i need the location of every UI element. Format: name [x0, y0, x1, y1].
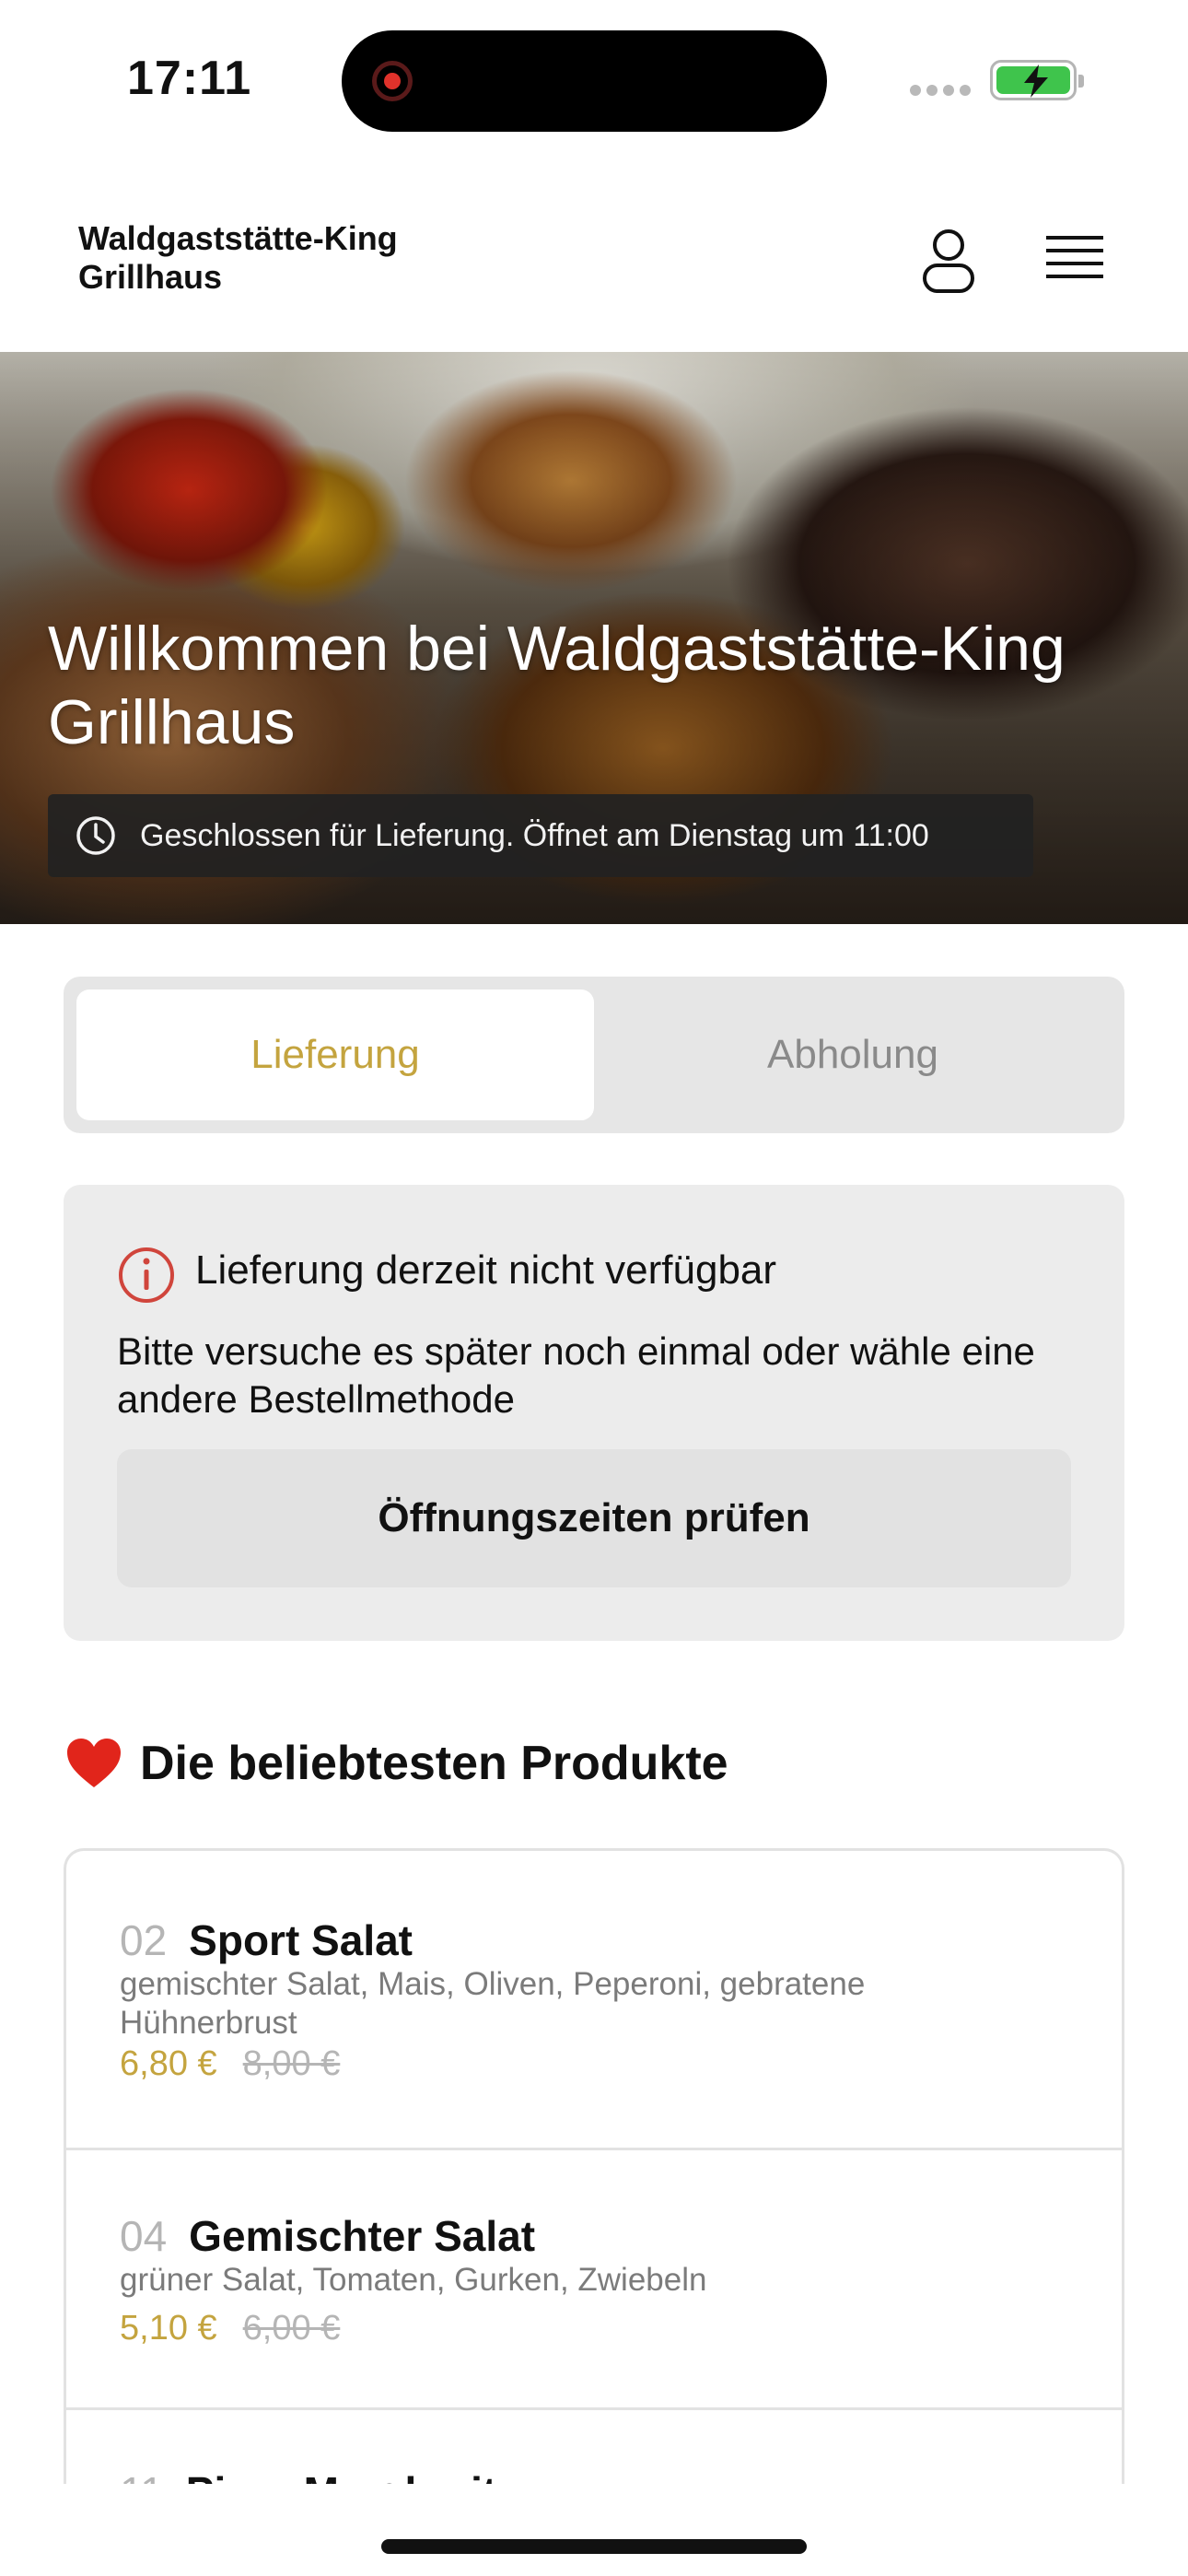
info-icon: [119, 1247, 174, 1303]
status-time: 17:11: [127, 52, 252, 105]
order-method-tabs: Lieferung Abholung: [64, 977, 1124, 1133]
product-name: Pizza Margherita: [186, 2467, 520, 2484]
brand-line-2: Grillhaus: [78, 258, 223, 296]
bottom-safe-area: [0, 2484, 1188, 2576]
brand-line-1: Waldgaststätte-King: [78, 219, 398, 257]
hero-title: Willkommen bei Waldgaststätte-King Grill…: [48, 614, 1066, 757]
tab-pickup[interactable]: Abholung: [594, 989, 1112, 1120]
product-old-price: 8,00 €: [242, 2044, 341, 2083]
notice-title: Lieferung derzeit nicht verfügbar: [195, 1247, 777, 1293]
product-card[interactable]: 02 Sport Salat gemischter Salat, Mais, O…: [66, 1851, 1122, 2150]
product-description: gemischter Salat, Mais, Oliven, Peperoni…: [120, 1966, 866, 2041]
home-indicator[interactable]: [381, 2539, 807, 2554]
product-number: 02: [120, 1916, 168, 1964]
hero-banner: Willkommen bei Waldgaststätte-King Grill…: [0, 352, 1188, 924]
app-header: Waldgaststätte-King Grillhaus: [0, 157, 1188, 352]
status-bar: 17:11: [0, 0, 1188, 157]
restaurant-name[interactable]: Waldgaststätte-King Grillhaus: [78, 219, 465, 297]
user-icon: [923, 229, 974, 293]
check-opening-hours-button[interactable]: Öffnungszeiten prüfen: [117, 1449, 1071, 1587]
recording-indicator-icon: [372, 61, 413, 101]
opening-status-text: Geschlossen für Lieferung. Öffnet am Die…: [140, 817, 929, 853]
opening-status-badge: Geschlossen für Lieferung. Öffnet am Die…: [48, 794, 1033, 877]
product-number: 11: [120, 2467, 164, 2484]
dynamic-island: [342, 30, 827, 132]
menu-icon: [1046, 236, 1103, 278]
popular-products-title: Die beliebtesten Produkte: [140, 1737, 728, 1790]
tab-delivery[interactable]: Lieferung: [76, 989, 594, 1120]
user-account-button[interactable]: [912, 223, 985, 297]
popular-products-list: 02 Sport Salat gemischter Salat, Mais, O…: [64, 1848, 1124, 2484]
product-price: 6,80 €: [120, 2044, 217, 2083]
product-card[interactable]: 04 Gemischter Salat grüner Salat, Tomate…: [66, 2150, 1122, 2410]
product-description: grüner Salat, Tomaten, Gurken, Zwiebeln: [120, 2262, 707, 2298]
product-name: Gemischter Salat: [189, 2212, 536, 2260]
battery-icon: [990, 60, 1084, 100]
product-name: Sport Salat: [189, 1916, 413, 1964]
product-card[interactable]: 11 Pizza Margherita: [66, 2410, 1122, 2484]
delivery-unavailable-notice: Lieferung derzeit nicht verfügbar Bitte …: [64, 1185, 1124, 1641]
notice-text: Bitte versuche es später noch einmal ode…: [117, 1329, 1035, 1421]
clock-icon: [76, 816, 115, 855]
menu-button[interactable]: [1041, 230, 1109, 289]
product-old-price: 6,00 €: [242, 2309, 341, 2348]
signal-icon: [910, 85, 971, 98]
charging-bolt-icon: [1024, 64, 1048, 98]
product-number: 04: [120, 2212, 168, 2260]
product-price: 5,10 €: [120, 2309, 217, 2348]
heart-icon: [67, 1739, 121, 1787]
popular-products-heading: Die beliebtesten Produkte: [64, 1736, 728, 1791]
